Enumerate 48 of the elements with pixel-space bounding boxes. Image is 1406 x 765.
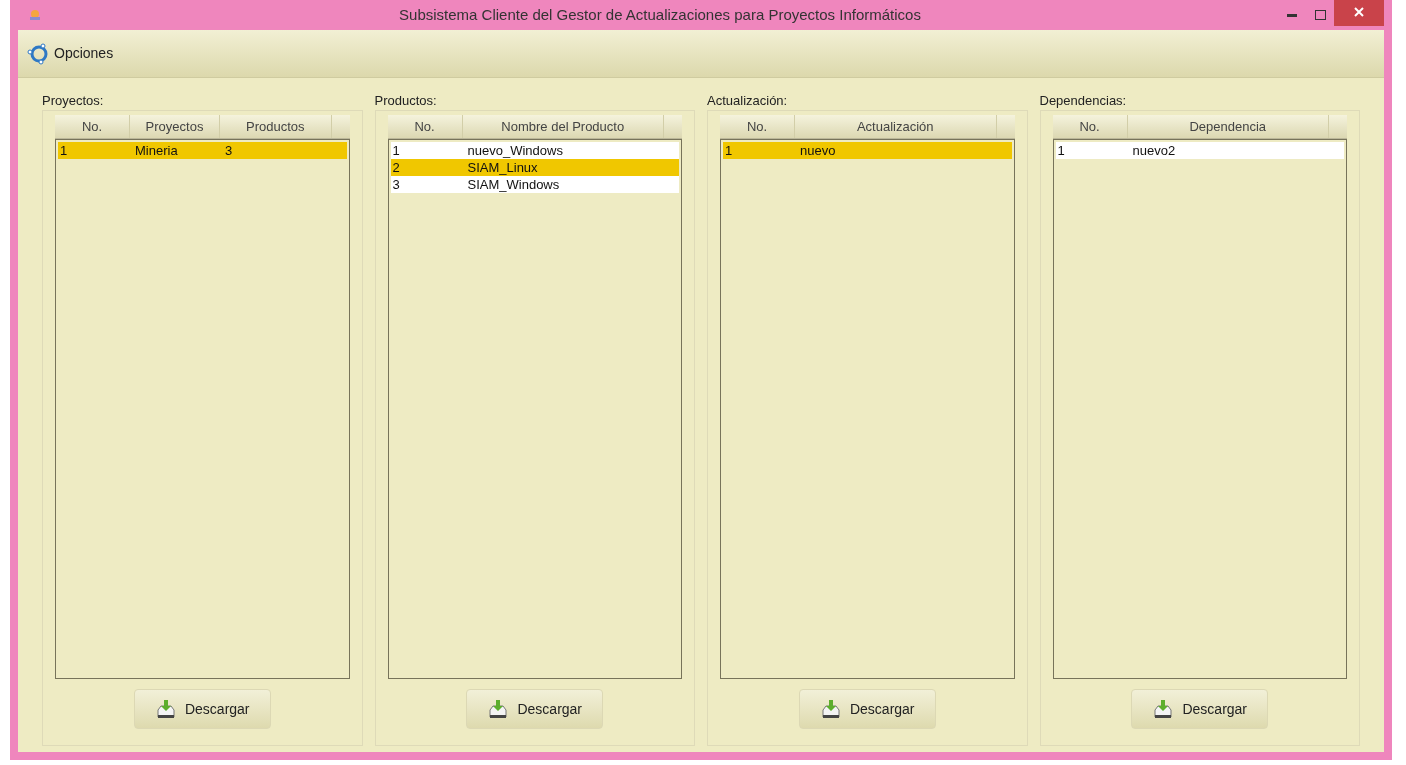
table-cell-text: Mineria	[134, 142, 179, 159]
panel-title: Actualización:	[707, 92, 789, 110]
download-button[interactable]: Descargar	[1131, 689, 1269, 729]
table-row[interactable]: 1 nuevo	[723, 142, 1012, 159]
download-button[interactable]: Descargar	[133, 689, 271, 729]
table-cell-text: nuevo2	[1131, 142, 1177, 159]
table-cell-text: 1	[724, 142, 734, 159]
table-cell-text: 2	[391, 159, 401, 176]
download-button[interactable]: Descargar	[798, 689, 936, 729]
column-header[interactable]: Proyectos	[130, 115, 220, 138]
table-cell-text: 1	[59, 142, 69, 159]
column-header[interactable]: Actualización	[795, 115, 997, 138]
minimize-icon	[1287, 13, 1297, 17]
menu-item[interactable]: Opciones	[26, 41, 114, 66]
download-icon	[487, 698, 510, 720]
column-header[interactable]: No.	[1052, 115, 1128, 138]
table-row[interactable]: 1 Mineria 3	[58, 142, 347, 159]
table-cell-text: SIAM_Linux	[466, 159, 539, 176]
table-row[interactable]: 3 SIAM_Windows	[390, 176, 679, 193]
app-icon	[28, 8, 42, 22]
table-cell-text: 1	[391, 142, 401, 159]
column-header[interactable]: Dependencia	[1127, 115, 1329, 138]
column-header[interactable]: No.	[720, 115, 795, 138]
panel-title: Proyectos:	[42, 92, 105, 110]
table-row[interactable]: 1 nuevo_Windows	[390, 142, 679, 159]
column-header[interactable]: No.	[55, 115, 130, 138]
close-button[interactable]	[1334, 0, 1384, 26]
panel-title: Dependencias:	[1039, 92, 1128, 110]
column-header[interactable]: Productos	[220, 115, 332, 138]
maximize-icon	[1314, 10, 1326, 20]
panel-title: Productos:	[374, 92, 438, 110]
table-row[interactable]: 2 SIAM_Linux	[390, 159, 679, 176]
table-cell-text: 1	[1056, 142, 1066, 159]
download-button[interactable]: Descargar	[466, 689, 604, 729]
download-icon	[154, 698, 177, 720]
table-cell-text: 3	[391, 176, 401, 193]
table-cell-text: nuevo_Windows	[466, 142, 564, 159]
table-row[interactable]: 1 nuevo2	[1055, 142, 1344, 159]
close-icon	[1354, 7, 1364, 17]
download-icon	[819, 698, 842, 720]
column-header[interactable]: Nombre del Producto	[462, 115, 664, 138]
column-header[interactable]: No.	[387, 115, 463, 138]
download-icon	[1152, 698, 1175, 720]
window-title: Subsistema Cliente del Gestor de Actualizaciones para Proyectos Informáticos	[398, 4, 922, 25]
table-cell-text: SIAM_Windows	[466, 176, 561, 193]
table-cell-text: nuevo	[799, 142, 837, 159]
table-cell-text: 3	[224, 142, 234, 159]
ring-icon	[26, 41, 50, 66]
